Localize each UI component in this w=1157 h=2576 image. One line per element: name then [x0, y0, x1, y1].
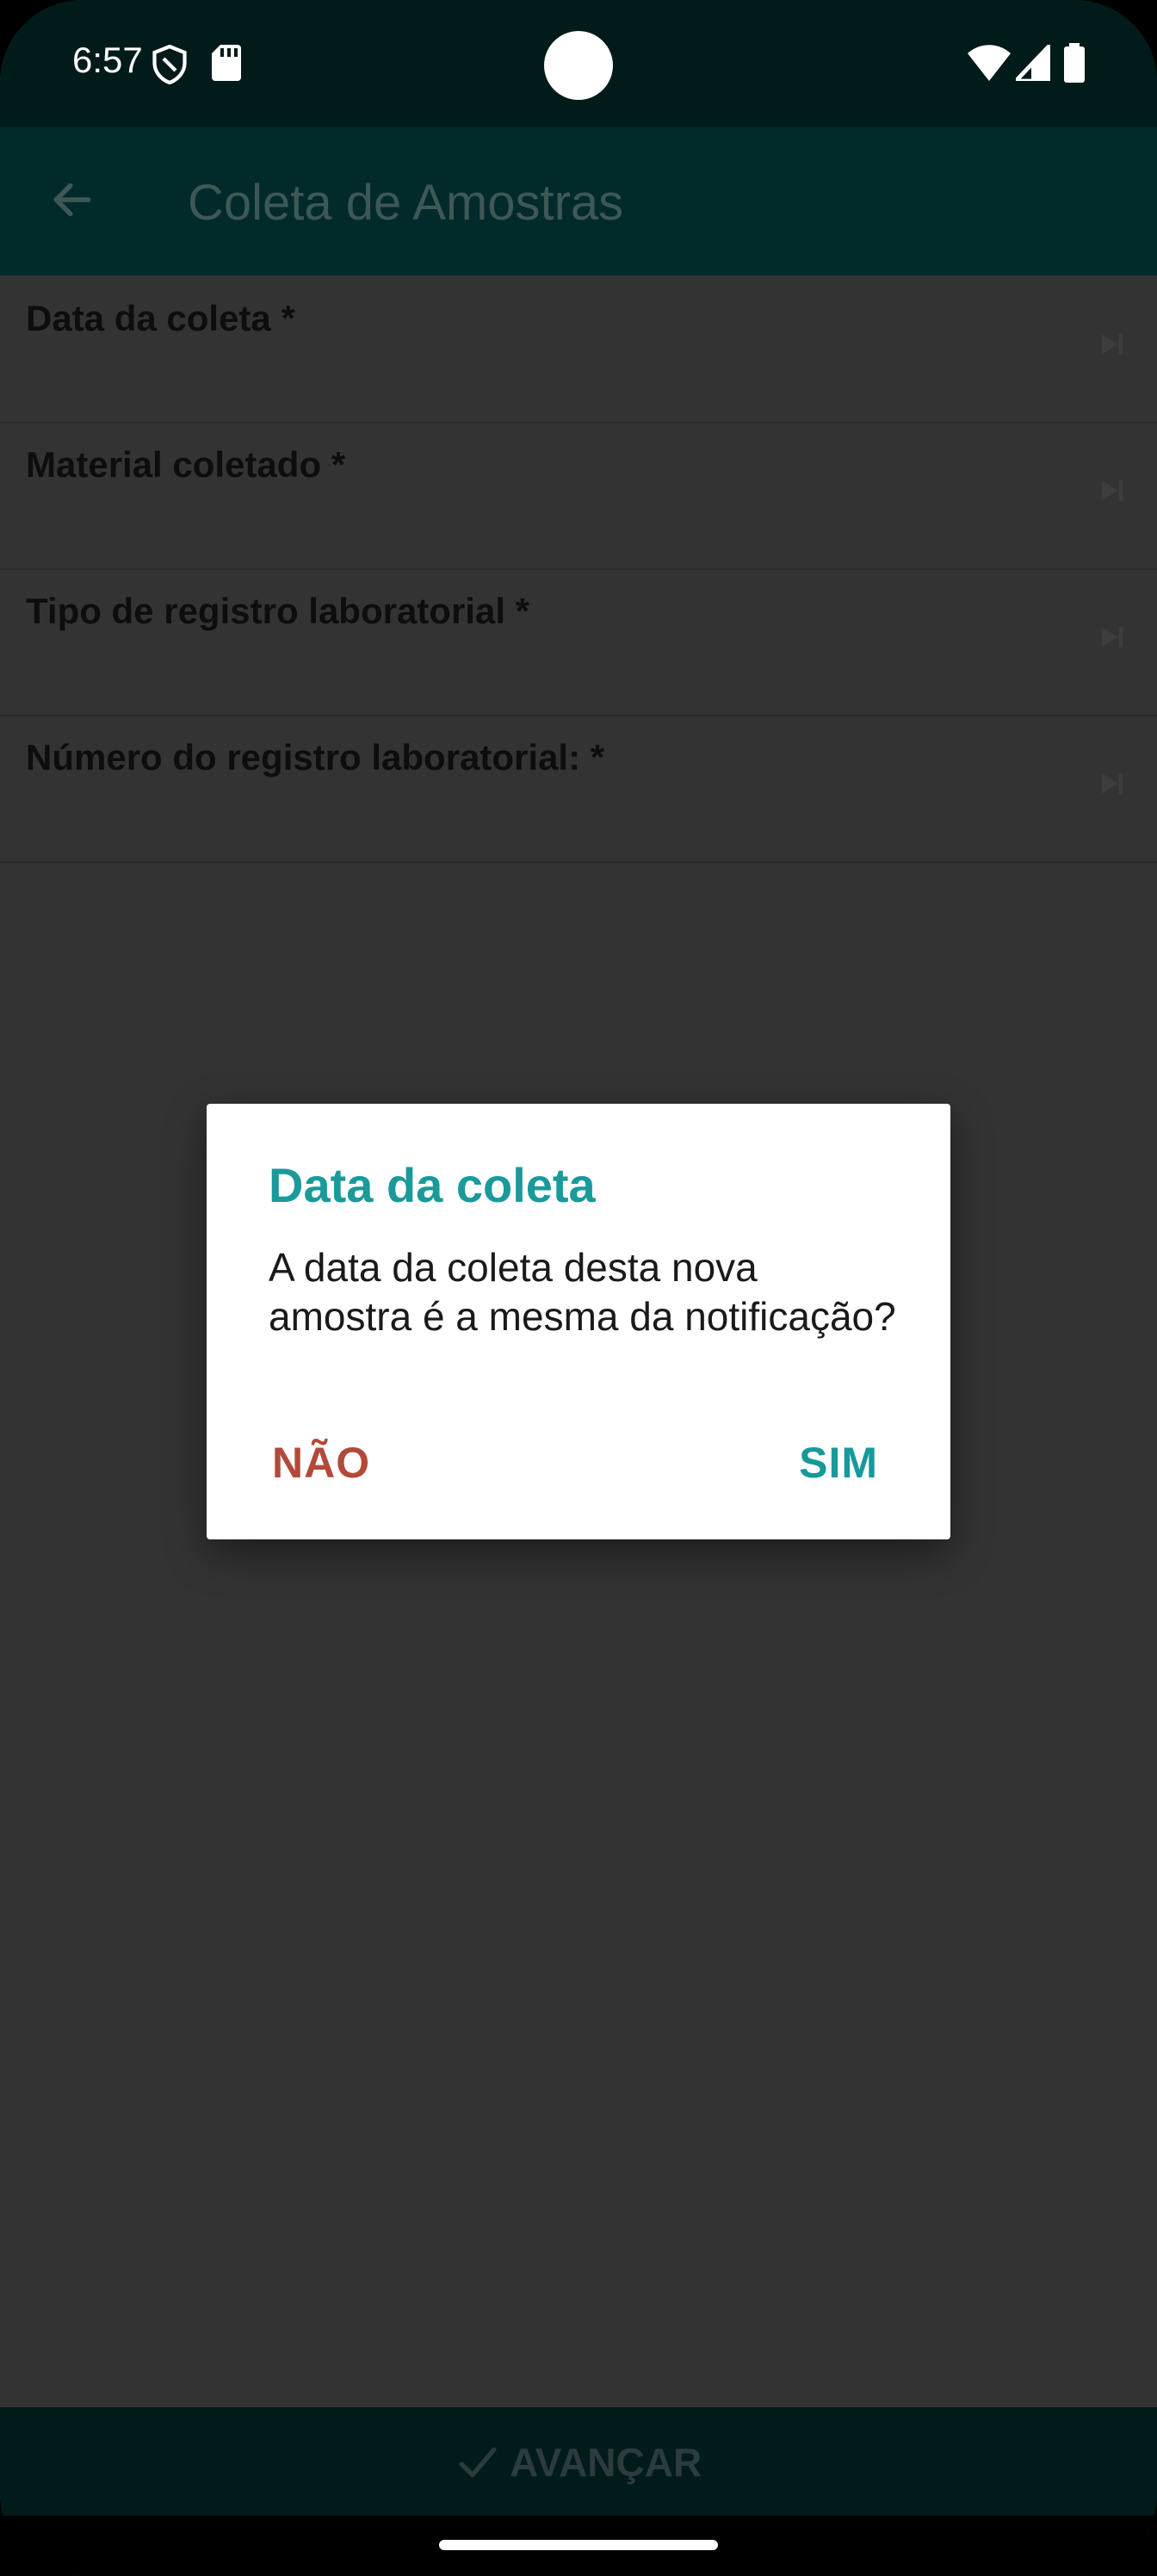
- form-item-label: Número do registro laboratorial: *: [26, 737, 605, 777]
- home-indicator[interactable]: [439, 2540, 718, 2550]
- signal-icon: [1016, 45, 1050, 81]
- dialog-title: Data da coleta: [269, 1158, 596, 1212]
- shield-icon: [152, 45, 187, 84]
- sd-card-icon: [212, 45, 241, 81]
- front-camera: [544, 31, 613, 100]
- phone-screen: 6:57 Coleta de Amostras Data da coleta *…: [0, 0, 1157, 2576]
- page-title: Coleta de Amostras: [188, 175, 624, 231]
- skip-next-icon: [1102, 627, 1123, 647]
- form-item-lab-record-number[interactable]: Número do registro laboratorial: *: [0, 715, 1157, 863]
- check-icon: [459, 2447, 497, 2478]
- skip-next-icon: [1102, 773, 1123, 794]
- dialog-message: A data da coleta desta nova amostra é a …: [269, 1245, 896, 1339]
- confirm-dialog: Data da coleta A data da coleta desta no…: [207, 1104, 950, 1539]
- status-time: 6:57: [72, 40, 143, 80]
- advance-button[interactable]: AVANÇAR: [456, 2437, 702, 2488]
- yes-button[interactable]: SIM: [799, 1438, 878, 1488]
- skip-next-icon: [1102, 334, 1123, 355]
- arrow-left-icon[interactable]: [48, 176, 96, 224]
- wifi-icon: [968, 45, 1011, 81]
- form-item-label: Material coletado *: [26, 444, 346, 485]
- advance-label: AVANÇAR: [510, 2440, 702, 2485]
- form-item-material[interactable]: Material coletado *: [0, 422, 1157, 570]
- form-item-collection-date[interactable]: Data da coleta *: [0, 276, 1157, 424]
- form-item-lab-record-type[interactable]: Tipo de registro laboratorial *: [0, 568, 1157, 716]
- battery-icon: [1064, 43, 1085, 83]
- no-button[interactable]: NÃO: [272, 1438, 370, 1488]
- form-item-label: Data da coleta *: [26, 298, 295, 338]
- skip-next-icon: [1102, 480, 1123, 501]
- form-item-label: Tipo de registro laboratorial *: [26, 591, 530, 631]
